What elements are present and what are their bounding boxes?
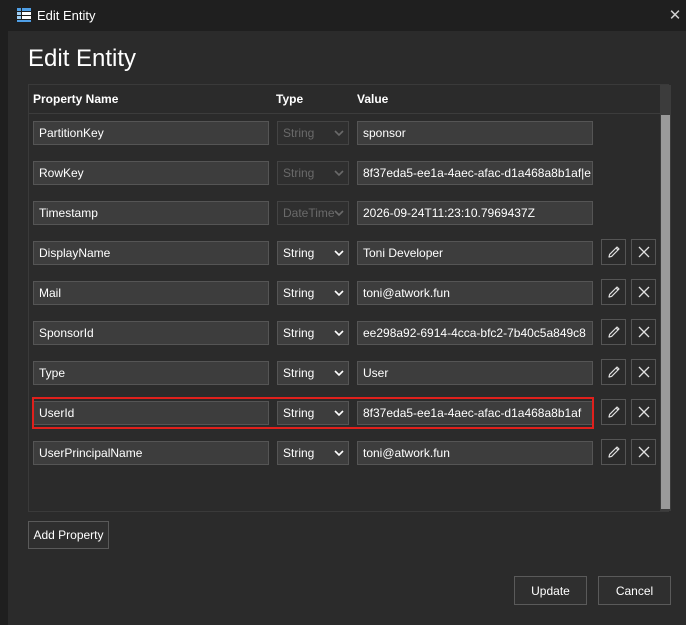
close-icon bbox=[638, 446, 649, 458]
property-row: UserPrincipalName String toni@atwork.fun bbox=[29, 435, 659, 475]
dialog-title: Edit Entity bbox=[28, 45, 137, 72]
chevron-down-icon bbox=[334, 362, 344, 384]
property-type-value: String bbox=[283, 286, 315, 300]
pencil-icon bbox=[607, 406, 620, 418]
property-name-input[interactable]: DisplayName bbox=[33, 241, 269, 265]
property-type-select: String bbox=[277, 161, 349, 185]
property-type-value: DateTime bbox=[283, 206, 335, 220]
delete-property-button[interactable] bbox=[631, 319, 656, 345]
dialog-content: Edit Entity Property Name Type Value Par… bbox=[8, 31, 686, 625]
property-row: SponsorId String ee298a92-6914-4cca-bfc2-7… bbox=[29, 315, 659, 355]
close-icon bbox=[638, 406, 649, 418]
property-row: Mail String toni@atwork.fun bbox=[29, 275, 659, 315]
property-name-input[interactable]: Type bbox=[33, 361, 269, 385]
window-title: Edit Entity bbox=[37, 8, 96, 23]
close-icon bbox=[638, 286, 649, 298]
property-value-input[interactable]: sponsor bbox=[357, 121, 593, 145]
chevron-down-icon bbox=[334, 442, 344, 464]
property-name-input[interactable]: Timestamp bbox=[33, 201, 269, 225]
property-type-value: String bbox=[283, 326, 315, 340]
edit-property-button[interactable] bbox=[601, 439, 626, 465]
property-value-input[interactable]: 8f37eda5-ee1a-4aec-afac-d1a468a8b1af bbox=[357, 401, 593, 425]
property-type-select[interactable]: String bbox=[277, 241, 349, 265]
header-value: Value bbox=[357, 92, 389, 106]
close-icon: ✕ bbox=[668, 7, 682, 24]
close-icon bbox=[638, 366, 649, 378]
property-type-select[interactable]: String bbox=[277, 361, 349, 385]
property-value-input[interactable]: Toni Developer bbox=[357, 241, 593, 265]
title-bar: Edit Entity ✕ bbox=[0, 0, 686, 31]
add-property-button[interactable]: Add Property bbox=[28, 521, 109, 549]
property-type-value: String bbox=[283, 166, 315, 180]
chevron-down-icon bbox=[334, 242, 344, 264]
property-type-value: String bbox=[283, 446, 315, 460]
delete-property-button[interactable] bbox=[631, 279, 656, 305]
delete-property-button[interactable] bbox=[631, 439, 656, 465]
update-button[interactable]: Update bbox=[514, 576, 587, 605]
property-row: Timestamp DateTime 2026-09-24T11:23:10.796… bbox=[29, 195, 659, 235]
table-icon bbox=[17, 8, 31, 22]
property-name-input[interactable]: Mail bbox=[33, 281, 269, 305]
pencil-icon bbox=[607, 286, 620, 298]
chevron-down-icon bbox=[334, 322, 344, 344]
pencil-icon bbox=[607, 446, 620, 458]
property-type-select: DateTime bbox=[277, 201, 349, 225]
pencil-icon bbox=[607, 326, 620, 338]
property-value-input[interactable]: User bbox=[357, 361, 593, 385]
property-type-select[interactable]: String bbox=[277, 401, 349, 425]
delete-property-button[interactable] bbox=[631, 359, 656, 385]
property-value-input[interactable]: toni@atwork.fun bbox=[357, 281, 593, 305]
pencil-icon bbox=[607, 366, 620, 378]
property-name-input[interactable]: SponsorId bbox=[33, 321, 269, 345]
header-property-name: Property Name bbox=[33, 92, 119, 106]
chevron-down-icon bbox=[334, 402, 344, 424]
chevron-down-icon bbox=[334, 282, 344, 304]
property-row: Type String User bbox=[29, 355, 659, 395]
cancel-button[interactable]: Cancel bbox=[598, 576, 671, 605]
pencil-icon bbox=[607, 246, 620, 258]
property-row: UserId String 8f37eda5-ee1a-4aec-afac-d1a4… bbox=[29, 395, 659, 435]
property-type-select[interactable]: String bbox=[277, 281, 349, 305]
property-row: RowKey String 8f37eda5-ee1a-4aec-afac-d1a4… bbox=[29, 155, 659, 195]
edit-property-button[interactable] bbox=[601, 319, 626, 345]
property-type-value: String bbox=[283, 406, 315, 420]
property-type-value: String bbox=[283, 366, 315, 380]
grid-header: Property Name Type Value bbox=[29, 85, 669, 114]
property-type-value: String bbox=[283, 126, 315, 140]
property-name-input[interactable]: PartitionKey bbox=[33, 121, 269, 145]
chevron-down-icon bbox=[334, 162, 344, 184]
edit-property-button[interactable] bbox=[601, 279, 626, 305]
edit-entity-window: Edit Entity ✕ Edit Entity Property Name … bbox=[0, 0, 686, 625]
chevron-down-icon bbox=[334, 122, 344, 144]
property-type-value: String bbox=[283, 246, 315, 260]
edit-property-button[interactable] bbox=[601, 359, 626, 385]
delete-property-button[interactable] bbox=[631, 399, 656, 425]
properties-grid: Property Name Type Value PartitionKey Str… bbox=[28, 84, 671, 512]
property-name-input[interactable]: RowKey bbox=[33, 161, 269, 185]
chevron-down-icon bbox=[334, 202, 344, 224]
property-value-input[interactable]: 8f37eda5-ee1a-4aec-afac-d1a468a8b1af|e bbox=[357, 161, 593, 185]
window-close-button[interactable]: ✕ bbox=[664, 2, 686, 28]
property-value-input[interactable]: toni@atwork.fun bbox=[357, 441, 593, 465]
delete-property-button[interactable] bbox=[631, 239, 656, 265]
property-name-input[interactable]: UserPrincipalName bbox=[33, 441, 269, 465]
property-type-select[interactable]: String bbox=[277, 441, 349, 465]
property-name-input[interactable]: UserId bbox=[33, 401, 269, 425]
vertical-scrollbar[interactable] bbox=[660, 85, 671, 511]
property-row: DisplayName String Toni Developer bbox=[29, 235, 659, 275]
edit-property-button[interactable] bbox=[601, 399, 626, 425]
property-row: PartitionKey String sponsor bbox=[29, 115, 659, 155]
property-value-input[interactable]: 2026-09-24T11:23:10.7969437Z bbox=[357, 201, 593, 225]
property-value-input[interactable]: ee298a92-6914-4cca-bfc2-7b40c5a849c8 bbox=[357, 321, 593, 345]
scrollbar-thumb[interactable] bbox=[661, 115, 670, 509]
close-icon bbox=[638, 326, 649, 338]
close-icon bbox=[638, 246, 649, 258]
property-type-select[interactable]: String bbox=[277, 321, 349, 345]
property-type-select: String bbox=[277, 121, 349, 145]
edit-property-button[interactable] bbox=[601, 239, 626, 265]
header-type: Type bbox=[276, 92, 304, 106]
